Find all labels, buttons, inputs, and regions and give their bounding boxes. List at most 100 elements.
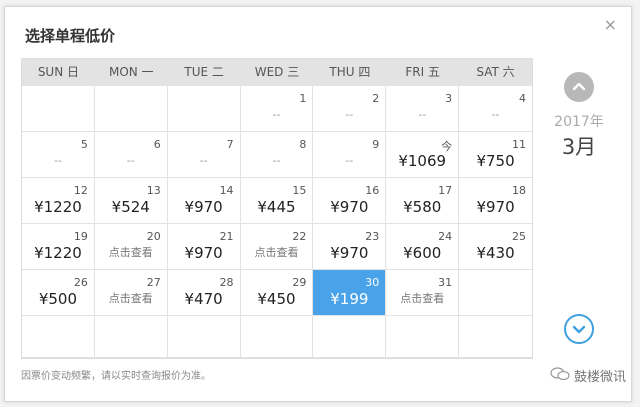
calendar-day-cell[interactable]: 17 ¥580 <box>386 178 460 224</box>
day-number: 4 <box>518 92 526 105</box>
no-price-label: -- <box>491 108 500 121</box>
calendar-day-cell[interactable]: 3 -- <box>386 86 460 132</box>
month-navigator: 2017年 3月 <box>546 66 612 366</box>
day-number: 7 <box>226 138 234 151</box>
calendar-day-cell[interactable]: 14 ¥970 <box>167 178 241 224</box>
price-label: ¥1069 <box>398 152 447 170</box>
chevron-down-icon[interactable] <box>564 314 594 344</box>
calendar-day-cell[interactable]: 20 点击查看 <box>94 224 168 270</box>
calendar-day-cell[interactable]: 2 -- <box>313 86 387 132</box>
day-number: 5 <box>80 138 88 151</box>
calendar-empty-cell <box>459 316 532 358</box>
day-number: 9 <box>372 138 380 151</box>
calendar-day-cell[interactable]: 6 -- <box>94 132 168 178</box>
day-number: 1 <box>299 92 307 105</box>
day-number: 27 <box>146 276 161 289</box>
calendar-day-cell[interactable]: 1 -- <box>240 86 314 132</box>
day-number: 3 <box>445 92 453 105</box>
weekday-sat: SAT 六 <box>476 65 515 79</box>
watermark-text: 鼓楼微讯 <box>573 370 626 385</box>
chevron-up-icon[interactable] <box>564 72 594 102</box>
calendar-day-cell[interactable]: 11 ¥750 <box>459 132 532 178</box>
calendar-day-cell[interactable]: 7 -- <box>167 132 241 178</box>
no-price-label: -- <box>345 154 354 167</box>
price-label: ¥1220 <box>34 198 82 216</box>
no-price-label: -- <box>418 108 427 121</box>
calendar-day-cell[interactable]: 21 ¥970 <box>167 224 241 270</box>
calendar-day-cell[interactable]: 30 ¥199 <box>313 270 387 316</box>
price-label: ¥524 <box>111 198 150 216</box>
click-to-view-link[interactable]: 点击查看 <box>95 244 167 260</box>
price-label: ¥970 <box>184 244 223 262</box>
no-price-label: -- <box>272 108 281 121</box>
price-label: ¥970 <box>330 198 369 216</box>
dialog-title: 选择单程低价 <box>25 27 116 45</box>
calendar-empty-cell <box>459 270 532 316</box>
price-label: ¥600 <box>403 244 442 262</box>
calendar-empty-cell <box>167 86 241 132</box>
calendar-day-cell[interactable]: 23 ¥970 <box>313 224 387 270</box>
day-number: 13 <box>146 184 161 197</box>
day-number: 30 <box>365 276 380 289</box>
calendar-day-cell[interactable]: 28 ¥470 <box>167 270 241 316</box>
calendar-empty-cell <box>22 316 95 358</box>
calendar-day-cell[interactable]: 12 ¥1220 <box>22 178 95 224</box>
calendar-empty-cell <box>313 316 387 358</box>
calendar-day-cell[interactable]: 16 ¥970 <box>313 178 387 224</box>
price-label: ¥1220 <box>34 244 82 262</box>
calendar-day-cell[interactable]: 29 ¥450 <box>240 270 314 316</box>
day-number: 20 <box>146 230 161 243</box>
calendar-day-cell[interactable]: 26 ¥500 <box>22 270 95 316</box>
click-to-view-link[interactable]: 点击查看 <box>386 290 458 306</box>
price-label: ¥970 <box>184 198 223 216</box>
no-price-label: -- <box>272 154 281 167</box>
day-number: 19 <box>73 230 88 243</box>
calendar-day-cell[interactable]: 19 ¥1220 <box>22 224 95 270</box>
price-label: ¥450 <box>257 290 296 308</box>
close-icon[interactable]: × <box>604 17 617 33</box>
no-price-label: -- <box>199 154 208 167</box>
calendar-day-cell[interactable]: 9 -- <box>313 132 387 178</box>
day-number: 26 <box>73 276 88 289</box>
calendar-empty-cell <box>167 316 241 358</box>
day-number: 12 <box>73 184 88 197</box>
calendar-empty-cell <box>22 86 95 132</box>
calendar-day-cell[interactable]: 25 ¥430 <box>459 224 532 270</box>
day-number: 6 <box>153 138 161 151</box>
calendar-day-cell[interactable]: 18 ¥970 <box>459 178 532 224</box>
day-number: 18 <box>511 184 526 197</box>
calendar-empty-cell <box>94 86 168 132</box>
price-label: ¥500 <box>38 290 78 308</box>
calendar-day-cell[interactable]: 24 ¥600 <box>386 224 460 270</box>
calendar-day-cell[interactable]: 8 -- <box>240 132 314 178</box>
day-number: 15 <box>292 184 307 197</box>
calendar-day-cell[interactable]: 15 ¥445 <box>240 178 314 224</box>
calendar-day-cell[interactable]: 今 ¥1069 <box>386 132 460 178</box>
price-label: ¥970 <box>476 198 515 216</box>
day-number: 14 <box>219 184 234 197</box>
day-number: 11 <box>511 138 526 151</box>
year-label: 2017年 <box>554 114 604 130</box>
weekday-mon: MON 一 <box>108 65 154 79</box>
month-label: 3月 <box>561 135 597 159</box>
weekday-sun: SUN 日 <box>37 65 80 79</box>
calendar-day-cell[interactable]: 5 -- <box>22 132 95 178</box>
calendar-day-cell[interactable]: 4 -- <box>459 86 532 132</box>
calendar-day-cell[interactable]: 22 点击查看 <box>240 224 314 270</box>
day-number: 17 <box>438 184 453 197</box>
calendar: SUN 日 MON 一 TUE 二 WED 三 THU 四 FRI 五 SAT … <box>21 58 533 359</box>
day-number: 29 <box>292 276 307 289</box>
calendar-empty-cell <box>94 316 168 358</box>
price-label: ¥430 <box>476 244 515 262</box>
day-number: 23 <box>365 230 380 243</box>
price-label: ¥580 <box>403 198 442 216</box>
calendar-day-cell[interactable]: 31 点击查看 <box>386 270 460 316</box>
click-to-view-link[interactable]: 点击查看 <box>241 244 313 260</box>
day-number: 25 <box>511 230 526 243</box>
calendar-day-cell[interactable]: 13 ¥524 <box>94 178 168 224</box>
day-number: 16 <box>365 184 380 197</box>
click-to-view-link[interactable]: 点击查看 <box>95 290 167 306</box>
price-disclaimer: 因票价变动频繁，请以实时查询报价为准。 <box>21 371 211 382</box>
price-label: ¥470 <box>184 290 223 308</box>
calendar-day-cell[interactable]: 27 点击查看 <box>94 270 168 316</box>
